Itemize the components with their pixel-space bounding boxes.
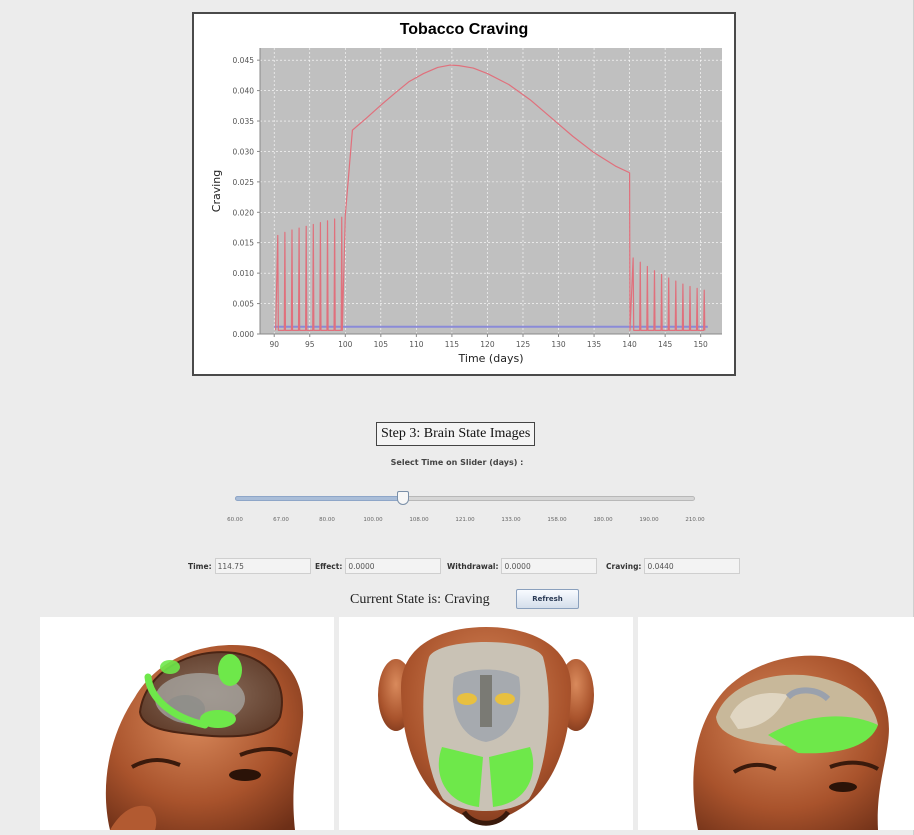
y-tick-label: 0.015	[233, 239, 255, 248]
effect-field: 0.0000	[345, 558, 442, 574]
effect-label: Effect:	[315, 561, 343, 571]
slider-fill	[235, 496, 403, 501]
x-tick-label: 90	[269, 340, 279, 349]
time-readout: Time: 114.75	[188, 556, 311, 576]
chart-title: Tobacco Craving	[400, 21, 529, 38]
slider-tick-label: 80.00	[319, 517, 335, 523]
slider-tick-label: 133.00	[501, 517, 521, 523]
x-tick-label: 105	[374, 340, 389, 349]
y-axis-label: Craving	[210, 170, 223, 212]
step3-title: Step 3: Brain State Images	[376, 422, 536, 446]
time-slider[interactable]: 60.00 67.00 80.00 100.00 108.00 121.00 133.00 1…	[227, 491, 705, 533]
y-tick-label: 0.035	[233, 117, 255, 126]
x-tick-label: 95	[305, 340, 315, 349]
brain-image-side-view	[40, 617, 334, 830]
x-axis-label: Time (days)	[458, 352, 524, 365]
slider-tick-label: 210.00	[685, 517, 705, 523]
slider-tick-label: 158.00	[547, 517, 567, 523]
craving-chart-panel: 90 95 100 105 110 115 120 125 130 135 140 145 150 0.0…	[192, 12, 736, 376]
slider-tick-label: 180.00	[593, 517, 613, 523]
slider-tick-label: 190.00	[639, 517, 659, 523]
y-tick-label: 0.025	[233, 178, 255, 187]
current-state-text: Current State is: Craving	[350, 592, 490, 607]
brain-image-angled-view	[638, 617, 914, 830]
effect-readout: Effect: 0.0000	[315, 556, 442, 576]
y-tick-label: 0.000	[233, 330, 255, 339]
slider-tick-labels: 60.00 67.00 80.00 100.00 108.00 121.00 133.00 1…	[227, 517, 705, 527]
craving-field: 0.0440	[644, 558, 741, 574]
x-tick-label: 145	[658, 340, 673, 349]
slider-thumb[interactable]	[397, 491, 409, 505]
withdrawal-field: 0.0000	[501, 558, 598, 574]
y-tick-label: 0.010	[233, 269, 255, 278]
x-tick-label: 135	[587, 340, 602, 349]
x-tick-label: 120	[480, 340, 495, 349]
slider-caption: Select Time on Slider (days) :	[390, 458, 524, 467]
time-field: 114.75	[214, 558, 311, 574]
slider-tick-label: 67.00	[273, 517, 289, 523]
time-label: Time:	[188, 561, 212, 571]
x-tick-label: 110	[409, 340, 424, 349]
refresh-button[interactable]: Refresh	[516, 589, 579, 609]
y-tick-label: 0.030	[233, 147, 255, 156]
x-tick-label: 125	[516, 340, 531, 349]
withdrawal-readout: Withdrawal: 0.0000	[447, 556, 598, 576]
slider-tick-label: 108.00	[409, 517, 429, 523]
plot-area	[260, 48, 722, 334]
x-tick-label: 130	[551, 340, 566, 349]
y-tick-label: 0.040	[233, 87, 255, 96]
x-tick-label: 115	[445, 340, 460, 349]
craving-label: Craving:	[606, 561, 642, 571]
craving-chart: 90 95 100 105 110 115 120 125 130 135 140 145 150 0.0…	[210, 21, 722, 365]
x-tick-label: 100	[338, 340, 353, 349]
x-tick-label: 140	[622, 340, 637, 349]
slider-tick-label: 121.00	[455, 517, 475, 523]
y-tick-label: 0.005	[233, 300, 255, 309]
slider-tick-label: 100.00	[363, 517, 383, 523]
x-tick-label: 150	[694, 340, 709, 349]
y-tick-label: 0.020	[233, 208, 255, 217]
slider-tick-label: 60.00	[227, 517, 243, 523]
withdrawal-label: Withdrawal:	[447, 561, 499, 571]
brain-image-top-view	[339, 617, 633, 830]
craving-readout: Craving: 0.0440	[606, 556, 741, 576]
y-tick-label: 0.045	[233, 56, 255, 65]
